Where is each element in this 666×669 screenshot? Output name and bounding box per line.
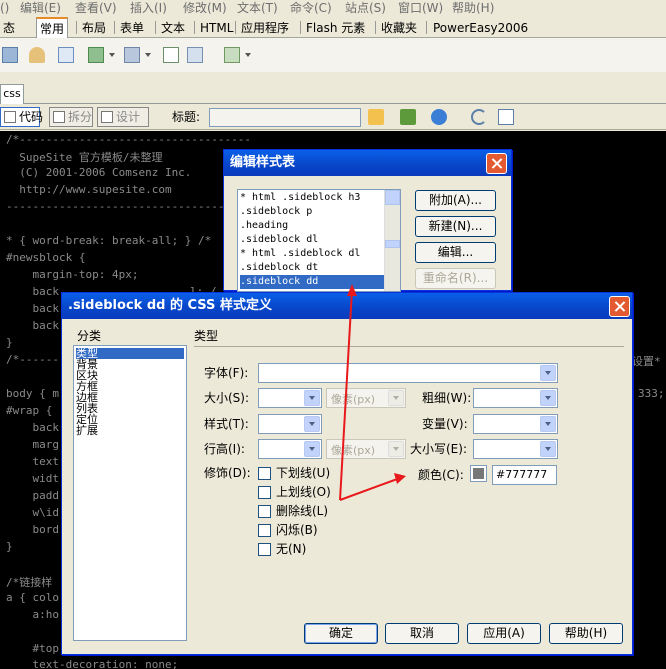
annotation-arrows: [339, 284, 406, 501]
annotation-arrow-up: [339, 289, 353, 501]
annotation-arrowhead-right: [394, 473, 406, 484]
annotation-arrowhead-up: [347, 284, 357, 296]
annotation-arrow-right: [339, 477, 401, 501]
